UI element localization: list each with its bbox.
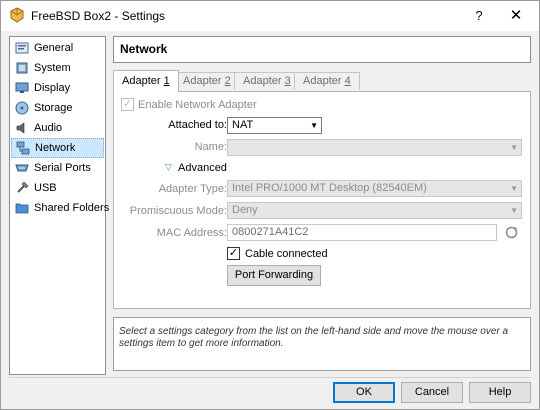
info-description: Select a settings category from the list… bbox=[113, 317, 531, 371]
mac-address-label: MAC Address: bbox=[156, 227, 227, 239]
tab-key: 1 bbox=[163, 75, 170, 87]
help-button[interactable]: Help bbox=[469, 382, 531, 403]
sidebar-item-serial-ports[interactable]: Serial Ports bbox=[11, 158, 104, 178]
sidebar-item-label: General bbox=[34, 42, 74, 54]
tab-key: 3 bbox=[284, 75, 291, 87]
general-icon bbox=[15, 42, 29, 54]
sidebar-item-label: Network bbox=[35, 142, 76, 154]
name-label: Name: bbox=[194, 141, 227, 153]
sidebar-item-label: Audio bbox=[34, 122, 63, 134]
cable-connected-label: Cable connected bbox=[245, 248, 328, 260]
sidebar-item-display[interactable]: Display bbox=[11, 78, 104, 98]
name-select[interactable]: ▼ bbox=[227, 139, 522, 156]
virtualbox-app-icon bbox=[10, 7, 24, 23]
close-button[interactable]: ✕ bbox=[493, 1, 539, 31]
adapter-type-label: Adapter Type: bbox=[158, 183, 227, 195]
expand-triangle-icon[interactable]: ▽ bbox=[165, 162, 172, 173]
adapter-type-select[interactable]: Intel PRO/1000 MT Desktop (82540EM) ▼ bbox=[227, 180, 522, 197]
tab-label: Adapter bbox=[122, 75, 164, 87]
shared-folders-icon bbox=[15, 203, 29, 214]
display-icon bbox=[15, 82, 29, 93]
tab-adapter-4[interactable]: Adapter 4 bbox=[294, 72, 360, 90]
sidebar-item-audio[interactable]: Audio bbox=[11, 118, 104, 138]
mac-address-field[interactable]: 0800271A41C2 bbox=[227, 224, 497, 241]
storage-icon bbox=[15, 101, 29, 115]
sidebar-item-label: Shared Folders bbox=[34, 202, 110, 214]
advanced-toggle[interactable]: Advanced bbox=[178, 162, 227, 174]
chevron-down-icon: ▼ bbox=[510, 184, 518, 193]
tab-adapter-2[interactable]: Adapter 2 bbox=[174, 72, 240, 90]
page-title: Network bbox=[113, 36, 531, 63]
adapter-type-value: Intel PRO/1000 MT Desktop (82540EM) bbox=[232, 182, 427, 194]
adapter-settings-panel: ✓ Enable Network Adapter Attached to: NA… bbox=[113, 91, 531, 309]
promiscuous-mode-label: Promiscuous Mode: bbox=[129, 205, 227, 217]
serial-ports-icon bbox=[15, 164, 29, 172]
settings-category-list: General System Display Storage Audio Net… bbox=[9, 36, 109, 375]
system-icon bbox=[16, 62, 28, 74]
sidebar-item-label: Serial Ports bbox=[34, 162, 91, 174]
sidebar-item-label: System bbox=[34, 62, 71, 74]
tab-label: Adapter bbox=[243, 75, 285, 87]
enable-adapter-checkbox[interactable]: ✓ bbox=[121, 98, 134, 111]
enable-adapter-label: Enable Network Adapter bbox=[138, 99, 257, 111]
sidebar-item-label: Display bbox=[34, 82, 71, 94]
chevron-down-icon: ▼ bbox=[310, 121, 318, 130]
sidebar-item-label: USB bbox=[34, 182, 57, 194]
tab-adapter-3[interactable]: Adapter 3 bbox=[234, 72, 300, 90]
cable-connected-checkbox[interactable]: ✓ bbox=[227, 247, 240, 260]
title-bar: FreeBSD Box2 - Settings ? ✕ bbox=[1, 1, 539, 31]
tab-key: 4 bbox=[344, 75, 351, 87]
divider bbox=[9, 377, 531, 378]
attached-to-select[interactable]: NAT ▼ bbox=[227, 117, 322, 134]
sidebar-item-label: Storage bbox=[34, 102, 73, 114]
port-forwarding-button[interactable]: Port Forwarding bbox=[227, 265, 321, 286]
network-icon bbox=[16, 141, 30, 155]
attached-to-label: Attached to: bbox=[168, 119, 227, 131]
tab-label: Adapter bbox=[183, 75, 225, 87]
usb-icon bbox=[17, 181, 29, 193]
adapter-tabs: Adapter 1 Adapter 2 Adapter 3 Adapter 4 bbox=[113, 70, 531, 92]
cancel-button[interactable]: Cancel bbox=[401, 382, 463, 403]
tab-key: 2 bbox=[224, 75, 231, 87]
chevron-down-icon: ▼ bbox=[510, 206, 518, 215]
tab-adapter-1[interactable]: Adapter 1 bbox=[113, 70, 179, 92]
sidebar-item-system[interactable]: System bbox=[11, 58, 104, 78]
attached-to-value: NAT bbox=[232, 119, 254, 131]
tab-label: Adapter bbox=[303, 75, 345, 87]
window-title: FreeBSD Box2 - Settings bbox=[31, 9, 166, 23]
sidebar-item-general[interactable]: General bbox=[11, 38, 104, 58]
chevron-down-icon: ▼ bbox=[510, 143, 518, 152]
promiscuous-mode-value: Deny bbox=[232, 204, 258, 216]
promiscuous-mode-select[interactable]: Deny ▼ bbox=[227, 202, 522, 219]
sidebar-item-shared-folders[interactable]: Shared Folders bbox=[11, 198, 109, 218]
settings-window: FreeBSD Box2 - Settings ? ✕ General Syst… bbox=[0, 0, 540, 410]
sidebar-item-storage[interactable]: Storage bbox=[11, 98, 104, 118]
ok-button[interactable]: OK bbox=[333, 382, 395, 403]
sidebar-item-network[interactable]: Network bbox=[11, 138, 104, 158]
refresh-icon[interactable] bbox=[504, 225, 519, 240]
audio-icon bbox=[16, 122, 25, 134]
sidebar-item-usb[interactable]: USB bbox=[11, 178, 104, 198]
